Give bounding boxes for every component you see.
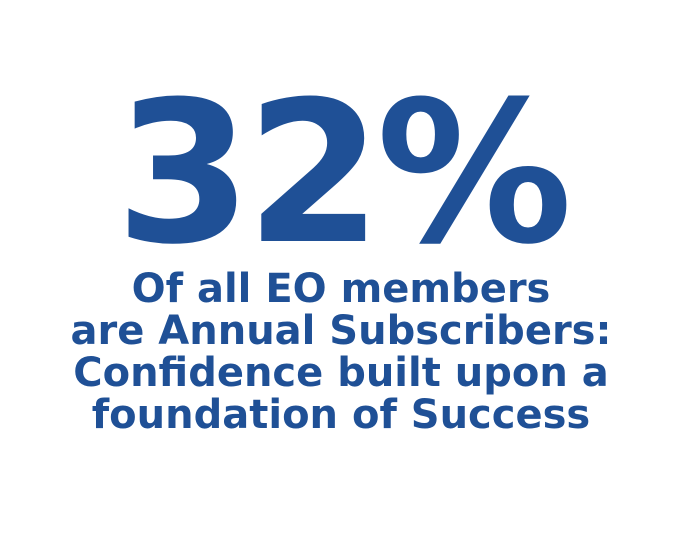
stat-graphic: 32% Of all EO members are Annual Subscri…: [0, 0, 682, 540]
stat-percentage: 32%: [115, 60, 572, 288]
caption-line-4: foundation of Success: [91, 392, 591, 438]
stat-caption: Of all EO members are Annual Subscribers…: [0, 268, 682, 436]
caption-line-2: are Annual Subscribers:: [70, 308, 612, 354]
caption-line-1: Of all EO members: [131, 266, 551, 312]
caption-line-3: Confidence built upon a: [73, 350, 609, 396]
